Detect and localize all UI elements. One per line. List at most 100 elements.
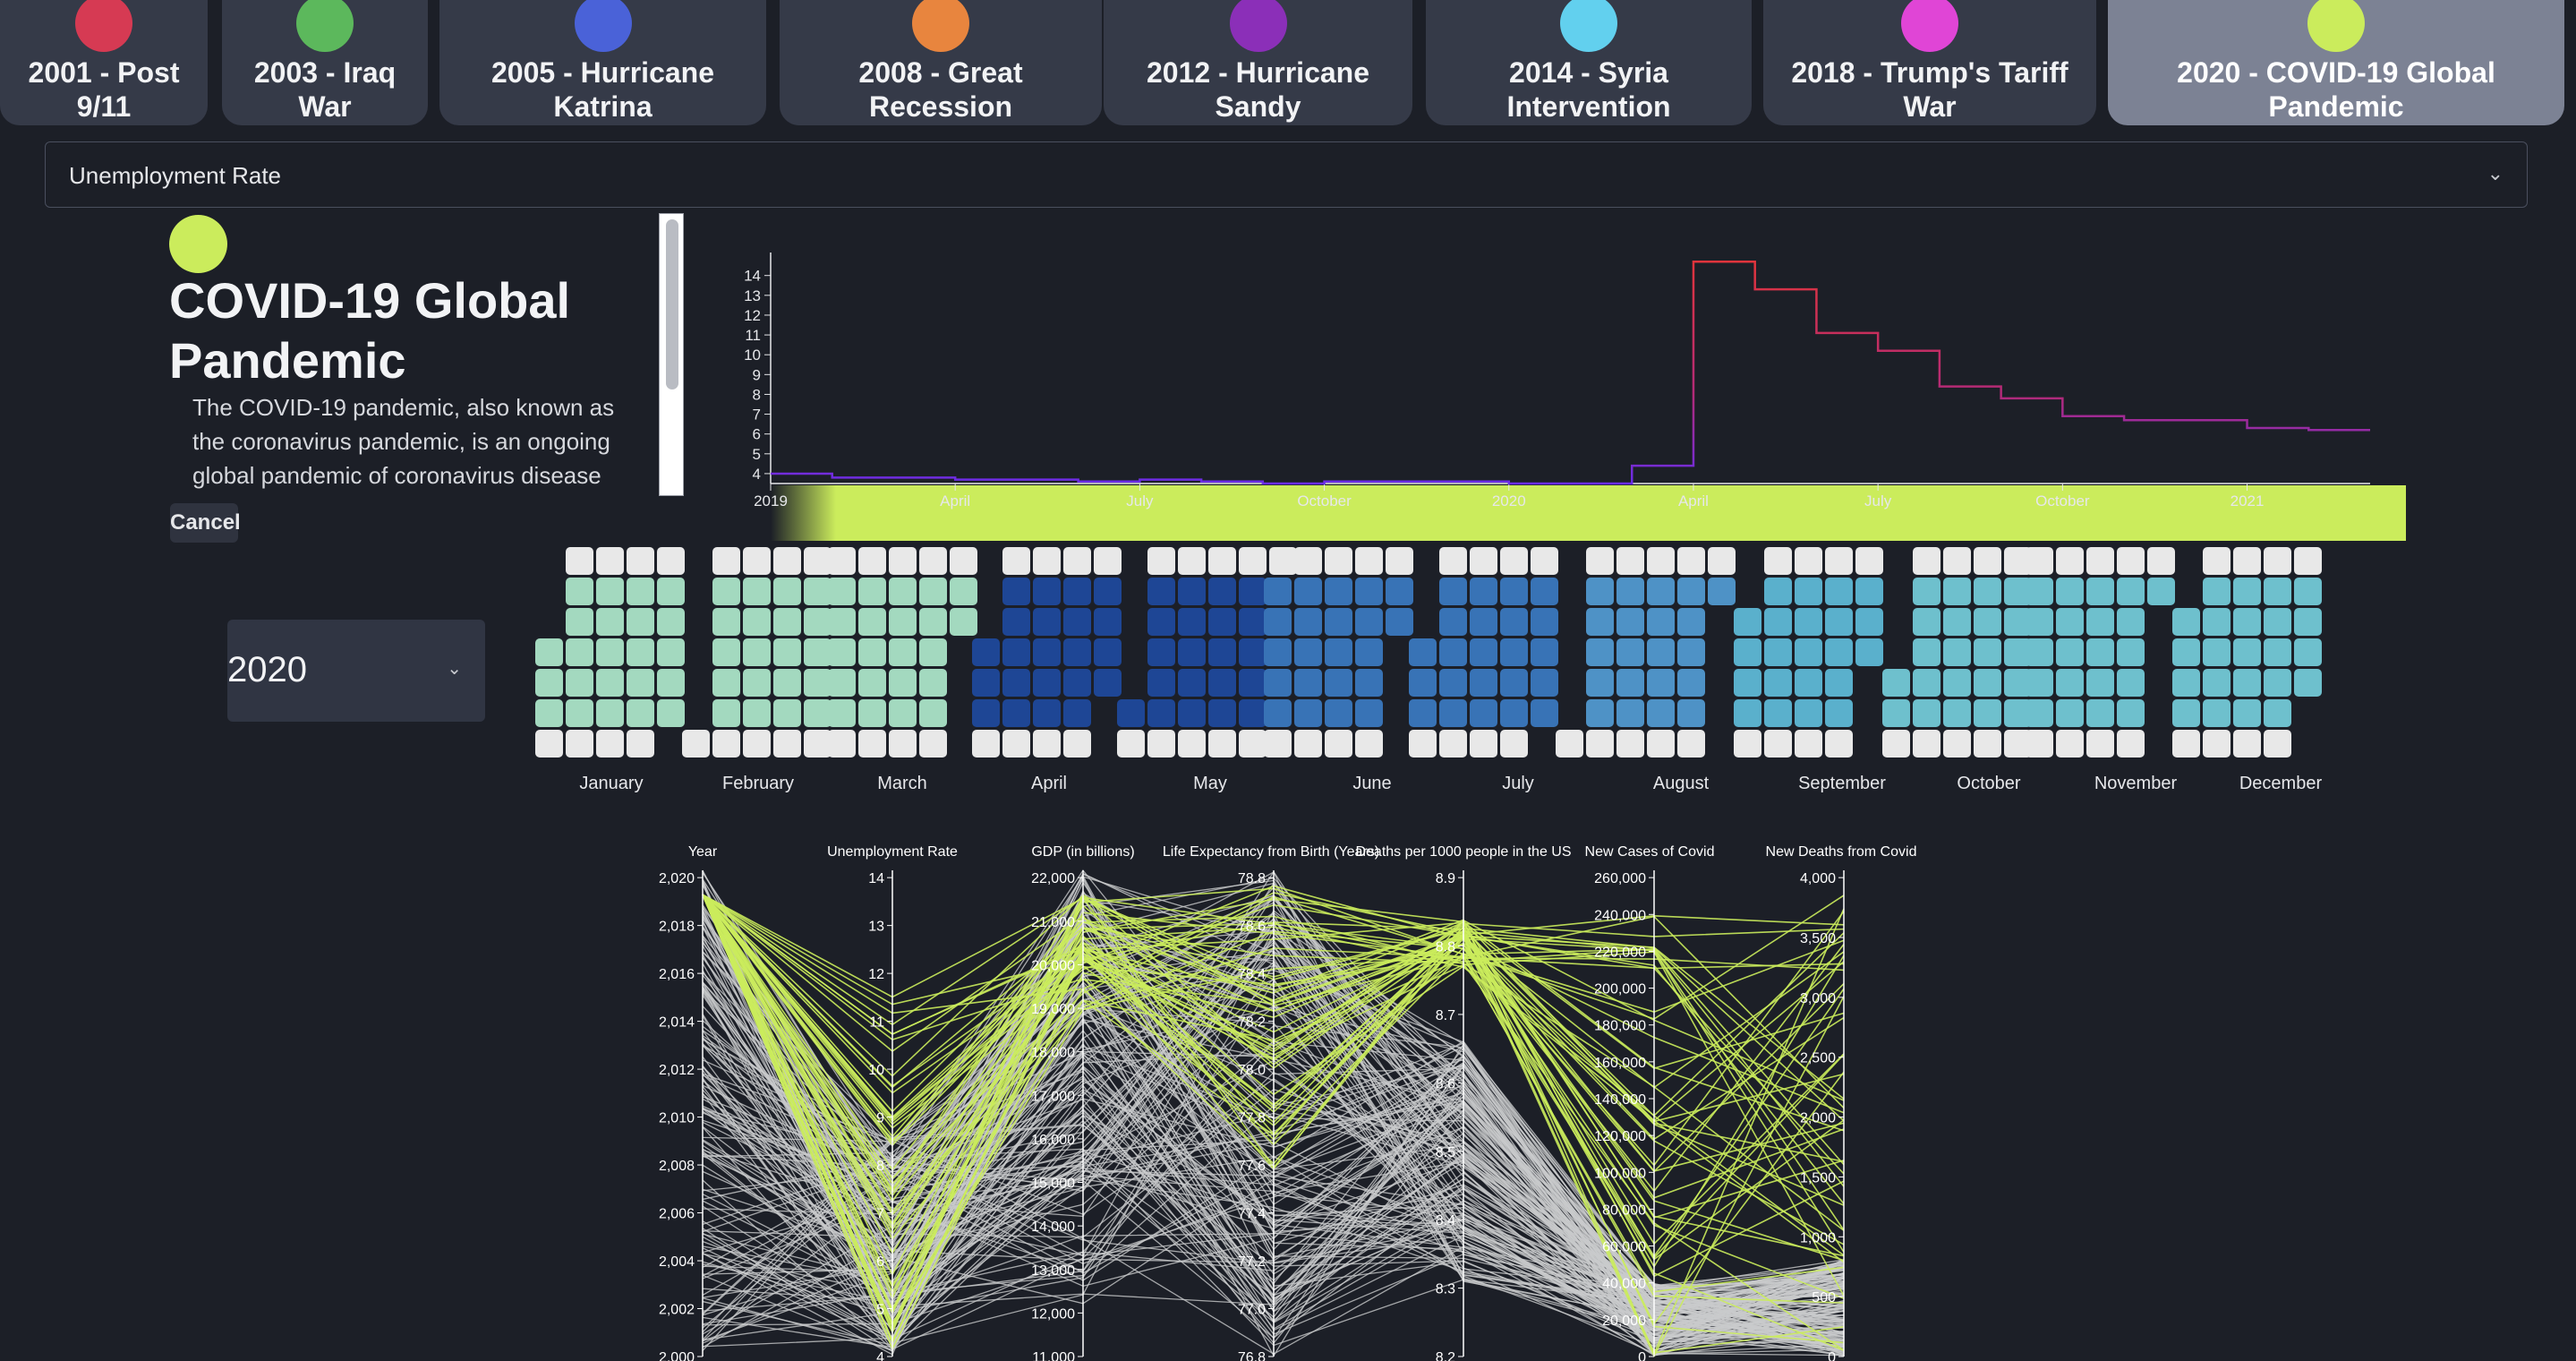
day-cell [2056,578,2084,605]
day-cell [1855,638,1883,666]
metric-dropdown[interactable]: Unemployment Rate ⌄ [45,141,2528,208]
axis-tick-label: 2,012 [659,1063,695,1078]
day-cell [1239,669,1267,697]
day-cell [1147,547,1175,575]
day-cell [1882,669,1910,697]
axis-tick-label: 2,010 [659,1111,695,1126]
day-cell [1002,578,1030,605]
day-cell [1586,699,1614,727]
axis-tick-label: 1,000 [1800,1230,1836,1245]
day-cell [712,608,740,636]
tab-2[interactable]: 2005 - Hurricane Katrina [439,0,766,125]
day-cell [1178,730,1206,758]
tab-7[interactable]: 2020 - COVID-19 Global Pandemic [2108,0,2564,125]
day-cell [1470,578,1497,605]
day-cell [627,699,654,727]
day-cell [858,699,886,727]
tab-1[interactable]: 2003 - Iraq War [222,0,428,125]
day-cell [1002,730,1030,758]
tab-5[interactable]: 2014 - Syria Intervention [1426,0,1752,125]
axis-tick-label: 78.4 [1238,967,1266,982]
day-cell [1586,578,1614,605]
day-cell [1294,608,1322,636]
x-tick-label: 2019 [754,492,788,509]
day-cell [1647,730,1675,758]
tab-6[interactable]: 2018 - Trump's Tariff War [1763,0,2096,125]
month-label: May [1193,774,1227,793]
day-cell [2086,638,2114,666]
day-cell [1033,547,1061,575]
day-cell [535,638,563,666]
day-cell [972,669,1000,697]
day-cell [804,730,832,758]
day-cell [2294,578,2322,605]
tab-label: 2005 - Hurricane Katrina [490,56,714,123]
day-cell [1913,730,1941,758]
day-cell [2203,547,2231,575]
day-cell [1764,547,1792,575]
day-cell [627,638,654,666]
day-cell [2172,669,2200,697]
day-cell [2264,699,2291,727]
axis-tick-label: 120,000 [1594,1129,1646,1144]
day-cell [2203,699,2231,727]
day-cell [1355,669,1383,697]
axis-tick-label: 78.6 [1238,920,1266,935]
day-cell [1325,608,1352,636]
day-cell [1033,699,1061,727]
day-cell [743,730,771,758]
tab-3[interactable]: 2008 - Great Recession [780,0,1102,125]
tab-label: 2012 - Hurricane Sandy [1146,56,1369,123]
day-cell [1208,578,1236,605]
day-cell [1913,547,1941,575]
axis-tick-label: 1,500 [1800,1170,1836,1186]
axis-tick-label: 3,500 [1800,931,1836,946]
day-cell [743,699,771,727]
event-color-dot [169,215,227,273]
y-tick-label: 8 [753,386,761,403]
day-cell [1734,730,1761,758]
scrollbar-thumb[interactable] [666,219,678,389]
description-scrollbar[interactable] [659,213,684,496]
day-cell [828,730,856,758]
day-cell [950,608,977,636]
day-cell [2026,638,2053,666]
day-cell [1094,547,1122,575]
event-highlight-band [771,485,2406,541]
day-cell [1208,547,1236,575]
day-cell [1795,699,1822,727]
day-cell [1531,547,1558,575]
day-cell [1325,578,1352,605]
day-cell [1294,547,1322,575]
day-cell [1825,638,1853,666]
day-cell [657,547,685,575]
day-cell [743,669,771,697]
axis-tick-label: 8.4 [1436,1213,1455,1228]
day-cell [1677,638,1705,666]
axis-tick-label: 2,018 [659,920,695,935]
cancel-button[interactable]: Cancel [170,503,241,543]
day-cell [657,578,685,605]
day-cell [1764,699,1792,727]
x-tick-label: July [1864,492,1892,509]
tab-label: 2008 - Great Recession [858,56,1023,123]
month-label: June [1352,774,1391,793]
year-select[interactable]: 2020 ⌄ [227,620,485,722]
axis-tick-label: 13,000 [1031,1263,1075,1279]
day-cell [1269,547,1297,575]
axis-tick-label: 9 [876,1111,884,1126]
tab-color-dot [912,0,969,52]
tab-0[interactable]: 2001 - Post 9/11 [0,0,208,125]
day-cell [858,669,886,697]
day-cell [1063,730,1091,758]
day-cell [804,578,832,605]
axis-tick-label: 15,000 [1031,1177,1075,1192]
day-cell [1647,578,1675,605]
day-cell [1409,699,1437,727]
y-tick-label: 9 [753,366,761,383]
day-cell [2264,578,2291,605]
tab-4[interactable]: 2012 - Hurricane Sandy [1104,0,1412,125]
day-cell [919,638,947,666]
axis-tick-label: 8.9 [1436,871,1455,886]
day-cell [1178,608,1206,636]
